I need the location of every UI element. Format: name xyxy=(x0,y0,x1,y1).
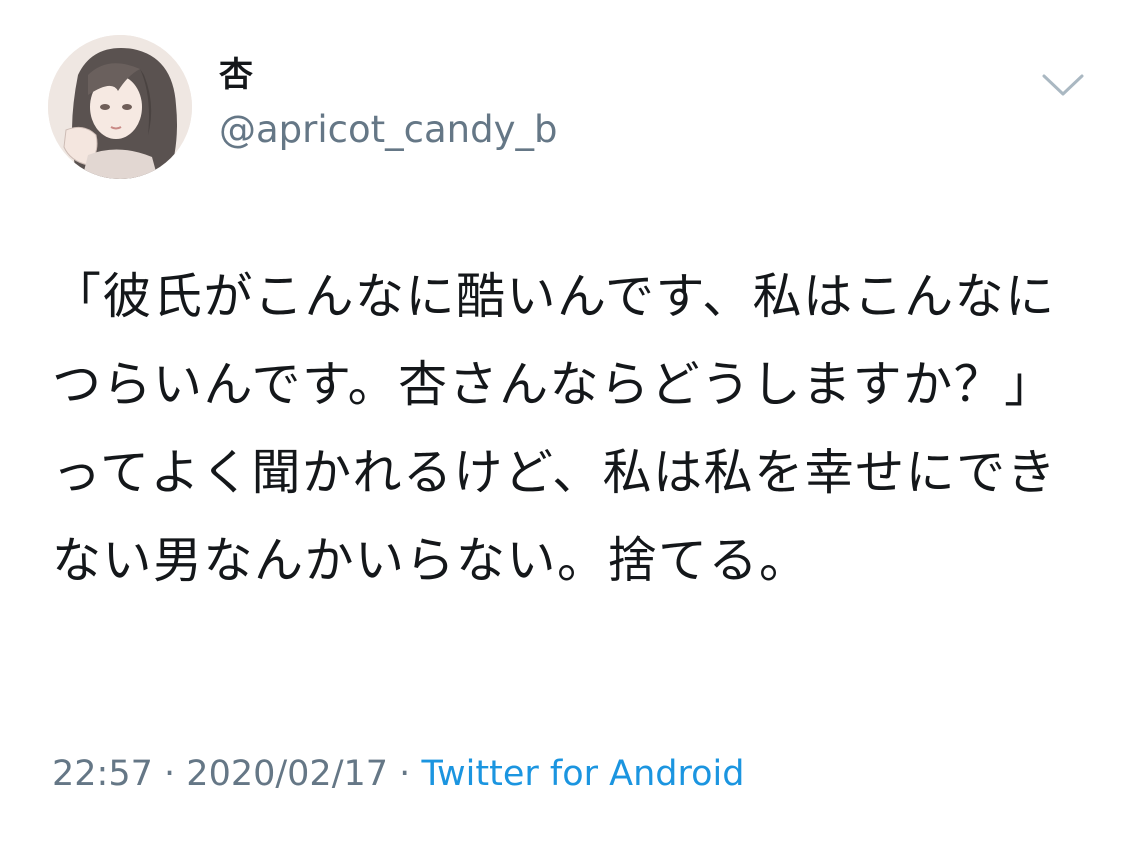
avatar[interactable] xyxy=(48,35,192,179)
tweet-time[interactable]: 22:57 xyxy=(52,754,153,794)
display-name[interactable]: 杏 xyxy=(219,55,253,95)
tweet-source-link[interactable]: Twitter for Android xyxy=(421,754,744,794)
tweet-meta: 22:57 · 2020/02/17 · Twitter for Android xyxy=(52,752,744,796)
tweet-card: 杏 @apricot_candy_b 「彼氏がこんなに酷いんです、私はこんなにつ… xyxy=(0,0,1125,845)
tweet-text: 「彼氏がこんなに酷いんです、私はこんなにつらいんです。杏さんならどうしますか？」… xyxy=(52,268,1058,589)
avatar-illustration-icon xyxy=(48,35,192,179)
user-handle[interactable]: @apricot_candy_b xyxy=(219,108,557,152)
chevron-down-icon[interactable] xyxy=(1040,70,1086,100)
tweet-date[interactable]: 2020/02/17 xyxy=(186,754,388,794)
meta-separator: · xyxy=(399,754,411,794)
meta-separator: · xyxy=(164,754,176,794)
